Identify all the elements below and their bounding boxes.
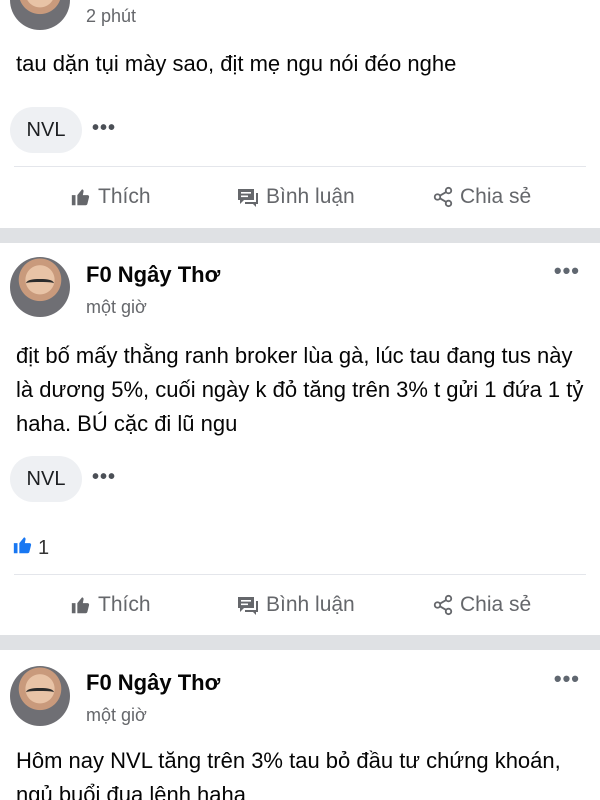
post-1: 2 phút tau dặn tụi mày sao, địt mẹ ngu n…	[0, 0, 600, 228]
comment-label: Bình luận	[266, 593, 355, 616]
avatar[interactable]	[10, 257, 70, 317]
author-name[interactable]: F0 Ngây Thơ	[86, 670, 220, 696]
post-2: F0 Ngây Thơ một giờ ••• địt bố mấy thằng…	[0, 243, 600, 635]
post-options-icon[interactable]: •••	[554, 258, 580, 284]
thumbs-up-icon	[70, 594, 92, 616]
share-button[interactable]: Chia sẻ	[432, 585, 531, 625]
avatar[interactable]	[10, 0, 70, 30]
post-separator	[0, 635, 600, 650]
post-options-icon[interactable]: •••	[554, 666, 580, 692]
share-icon	[432, 186, 454, 208]
share-label: Chia sẻ	[460, 593, 532, 616]
like-button[interactable]: Thích	[70, 585, 151, 625]
tag-more-icon[interactable]: •••	[92, 466, 116, 489]
comment-button[interactable]: Bình luận	[236, 177, 355, 217]
post-separator	[0, 228, 600, 243]
share-button[interactable]: Chia sẻ	[432, 177, 531, 217]
comment-button[interactable]: Bình luận	[236, 585, 355, 625]
post-time[interactable]: một giờ	[86, 705, 147, 726]
post-time[interactable]: 2 phút	[86, 6, 136, 27]
post-text: địt bố mấy thằng ranh broker lùa gà, lúc…	[16, 343, 584, 436]
comment-icon	[236, 186, 260, 208]
comment-icon	[236, 594, 260, 616]
comment-label: Bình luận	[266, 185, 355, 208]
stock-tag[interactable]: NVL	[10, 107, 82, 153]
post-text: tau dặn tụi mày sao, địt mẹ ngu nói đéo …	[16, 51, 457, 76]
action-bar: Thích Bình luận Chia sẻ	[0, 585, 600, 625]
divider	[14, 574, 586, 575]
like-count: 1	[38, 536, 50, 559]
post-3: F0 Ngây Thơ một giờ ••• Hôm nay NVL tăng…	[0, 650, 600, 800]
share-icon	[432, 594, 454, 616]
like-reaction-icon	[12, 534, 34, 562]
divider	[14, 166, 586, 167]
tag-more-icon[interactable]: •••	[92, 117, 116, 140]
thumbs-up-icon	[70, 186, 92, 208]
reaction-summary[interactable]: 1	[12, 534, 49, 562]
like-label: Thích	[98, 593, 151, 616]
like-button[interactable]: Thích	[70, 177, 151, 217]
post-text: Hôm nay NVL tăng trên 3% tau bỏ đầu tư c…	[16, 748, 561, 800]
share-label: Chia sẻ	[460, 185, 532, 208]
avatar[interactable]	[10, 666, 70, 726]
post-time[interactable]: một giờ	[86, 297, 147, 318]
stock-tag[interactable]: NVL	[10, 456, 82, 502]
author-name[interactable]: F0 Ngây Thơ	[86, 262, 220, 288]
action-bar: Thích Bình luận Chia sẻ	[0, 177, 600, 217]
like-label: Thích	[98, 185, 151, 208]
